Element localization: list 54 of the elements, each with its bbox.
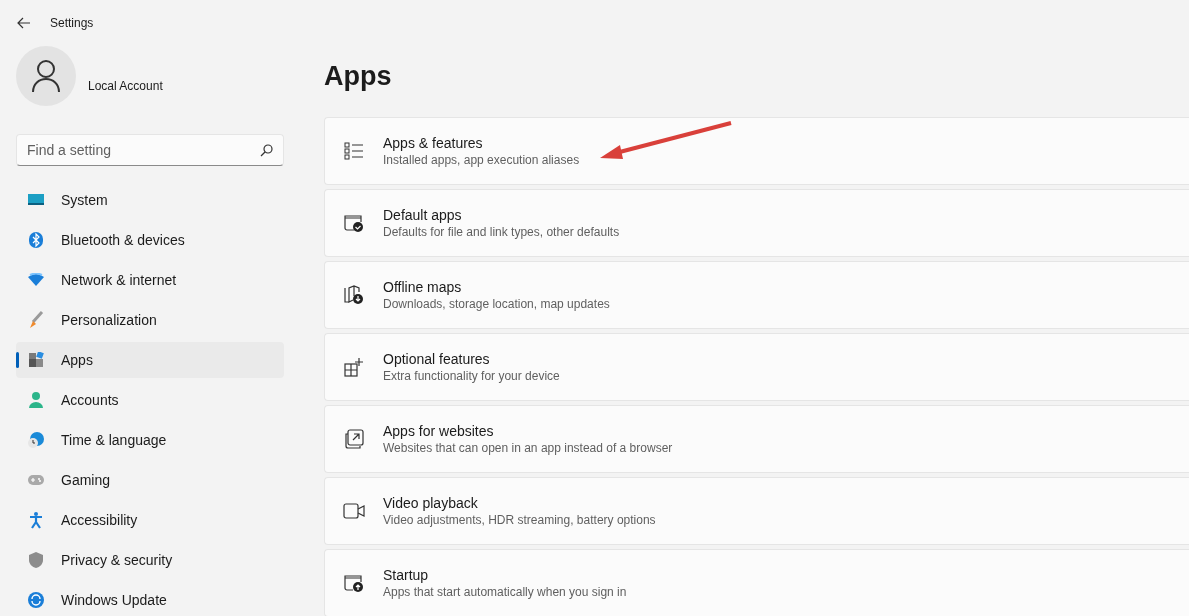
card-description: Extra functionality for your device — [383, 368, 560, 384]
map-download-icon — [343, 284, 365, 306]
sidebar-item[interactable]: System — [16, 182, 284, 218]
card-description: Installed apps, app execution aliases — [383, 152, 580, 168]
settings-card[interactable]: Video playback Video adjustments, HDR streaming, battery options — [324, 477, 1189, 545]
card-title: Offline maps — [383, 278, 463, 296]
card-description: Defaults for file and link types, other defaults — [383, 224, 620, 240]
external-window-icon — [343, 428, 365, 450]
search-icon — [260, 144, 273, 157]
sidebar-item[interactable]: Network & internet — [16, 262, 284, 298]
window-title: Settings — [50, 15, 94, 32]
video-camera-icon — [343, 500, 365, 522]
card-title: Default apps — [383, 206, 463, 224]
card-description: Apps that start automatically when you sign in — [383, 584, 627, 600]
card-description: Downloads, storage location, map updates — [383, 296, 610, 312]
card-description: Video adjustments, HDR streaming, battery options — [383, 512, 656, 528]
sidebar-item[interactable]: Windows Update — [16, 582, 284, 616]
search-field[interactable]: Find a setting — [16, 134, 284, 166]
page-title: Apps — [324, 60, 393, 93]
back-button[interactable] — [16, 15, 32, 31]
settings-card[interactable]: Optional features Extra functionality for your device — [324, 333, 1189, 401]
card-description: Websites that can open in an app instead of a browser — [383, 440, 673, 456]
sidebar-item[interactable]: Gaming — [16, 462, 284, 498]
card-title: Optional features — [383, 350, 491, 368]
update-icon — [27, 591, 45, 609]
account-name: Local Account — [88, 78, 163, 95]
window-check-icon — [343, 212, 365, 234]
window-upload-icon — [343, 572, 365, 594]
sidebar-item[interactable]: Privacy & security — [16, 542, 284, 578]
card-title: Video playback — [383, 494, 479, 512]
settings-card[interactable]: Default apps Defaults for file and link types, other defaults — [324, 189, 1189, 257]
sidebar-item[interactable]: Personalization — [16, 302, 284, 338]
person-icon — [27, 391, 45, 409]
shield-icon — [27, 551, 45, 569]
list-icon — [343, 140, 365, 162]
settings-card[interactable]: Apps & features Installed apps, app execution aliases — [324, 117, 1189, 185]
card-title: Apps & features — [383, 134, 484, 152]
settings-card[interactable]: Startup Apps that start automatically when you sign in — [324, 549, 1189, 616]
sidebar-item[interactable]: Apps — [16, 342, 284, 378]
back-arrow-icon — [17, 17, 31, 29]
sidebar-item[interactable]: Time & language — [16, 422, 284, 458]
apps-icon — [27, 351, 45, 369]
card-title: Apps for websites — [383, 422, 495, 440]
bluetooth-icon — [27, 231, 45, 249]
accessibility-icon — [27, 511, 45, 529]
card-title: Startup — [383, 566, 430, 584]
brush-icon — [27, 311, 45, 329]
sidebar-item[interactable]: Accounts — [16, 382, 284, 418]
globe-clock-icon — [27, 431, 45, 449]
settings-card[interactable]: Apps for websites Websites that can open in an app instead of a browser — [324, 405, 1189, 473]
sidebar-item[interactable]: Bluetooth & devices — [16, 222, 284, 258]
grid-plus-icon — [343, 356, 365, 378]
sidebar-item[interactable]: Accessibility — [16, 502, 284, 538]
settings-card[interactable]: Offline maps Downloads, storage location, map updates — [324, 261, 1189, 329]
